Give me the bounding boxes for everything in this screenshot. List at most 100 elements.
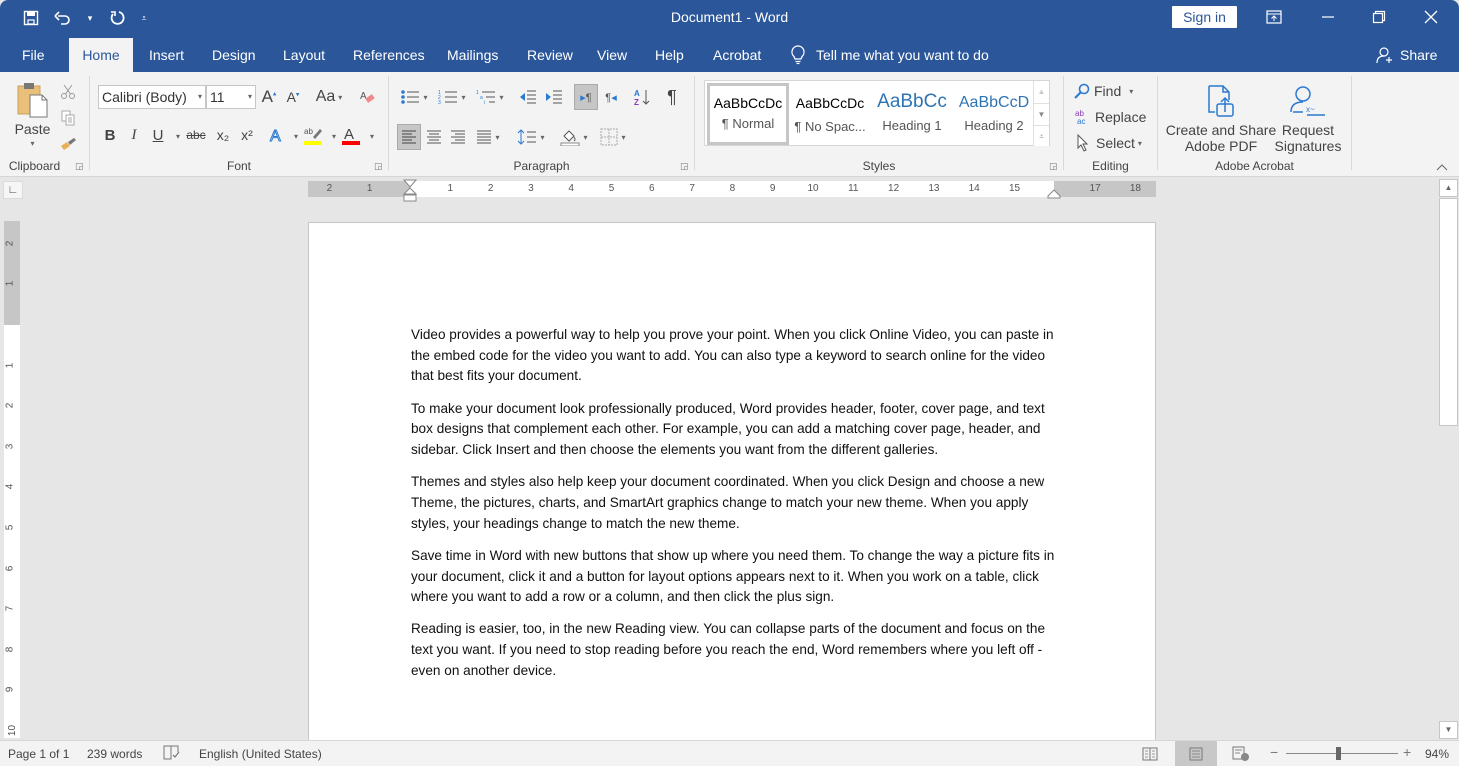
tab-insert[interactable]: Insert — [137, 38, 196, 72]
zoom-in-button[interactable]: + — [1403, 744, 1411, 760]
rtl-button[interactable]: ¶◂ — [600, 86, 622, 108]
font-name-dropdown-icon[interactable]: ▾ — [198, 86, 202, 108]
italic-button[interactable]: I — [124, 124, 144, 146]
ribbon-display-options-button[interactable] — [1251, 0, 1297, 34]
copy-button[interactable] — [58, 108, 78, 128]
increase-indent-button[interactable] — [543, 86, 565, 108]
style-normal[interactable]: AaBbCcDc ¶ Normal — [707, 83, 789, 145]
language[interactable]: English (United States) — [199, 747, 322, 761]
print-layout-button[interactable] — [1175, 741, 1217, 766]
multilevel-list-button[interactable]: 1 a i ▾ — [473, 86, 507, 108]
tab-file[interactable]: File — [10, 38, 57, 72]
styles-scroll-down-button[interactable]: ▼ — [1033, 103, 1049, 125]
paragraph[interactable]: Video provides a powerful way to help yo… — [411, 325, 1061, 387]
tab-design[interactable]: Design — [200, 38, 268, 72]
bullets-button[interactable]: ▾ — [397, 86, 431, 108]
bold-button[interactable]: B — [100, 124, 120, 146]
tab-layout[interactable]: Layout — [271, 38, 337, 72]
paste-button[interactable]: Paste ▾ — [10, 78, 55, 150]
scroll-thumb[interactable] — [1439, 198, 1458, 426]
restore-button[interactable] — [1356, 0, 1402, 34]
minimize-button[interactable] — [1305, 0, 1351, 34]
paragraph[interactable]: To make your document look professionall… — [411, 399, 1061, 461]
grow-font-button[interactable]: A▴ — [258, 86, 280, 108]
sort-button[interactable]: AZ — [631, 86, 653, 108]
clipboard-dialog-launcher[interactable]: ◲ — [75, 161, 85, 171]
underline-button[interactable]: U — [148, 124, 168, 146]
ltr-button[interactable]: ▸¶ — [574, 84, 598, 110]
show-hide-marks-button[interactable]: ¶ — [661, 86, 683, 108]
style-heading-1[interactable]: AaBbCc Heading 1 — [871, 83, 953, 145]
format-painter-button[interactable] — [58, 134, 78, 154]
save-icon[interactable] — [20, 7, 42, 29]
clear-formatting-button[interactable]: A — [356, 86, 378, 108]
create-share-pdf-button[interactable]: Create and Share Adobe PDF — [1166, 80, 1276, 158]
align-left-button[interactable] — [397, 124, 421, 150]
align-right-button[interactable] — [447, 126, 469, 148]
vertical-scrollbar[interactable]: ▲ ▼ — [1439, 179, 1458, 739]
font-dialog-launcher[interactable]: ◲ — [374, 161, 384, 171]
paragraph[interactable]: Save time in Word with new buttons that … — [411, 546, 1061, 608]
tab-view[interactable]: View — [585, 38, 639, 72]
numbering-button[interactable]: 1 2 3 ▾ — [435, 86, 469, 108]
undo-dropdown-icon[interactable]: ▾ — [84, 7, 96, 29]
cut-button[interactable] — [58, 82, 78, 102]
tab-help[interactable]: Help — [643, 38, 696, 72]
subscript-button[interactable]: x₂ — [212, 124, 234, 146]
request-signatures-button[interactable]: x~ Request Signatures — [1274, 80, 1342, 158]
document-body[interactable]: Video provides a powerful way to help yo… — [411, 325, 1061, 693]
tab-selector-button[interactable]: ∟ — [3, 181, 23, 199]
text-effects-button[interactable]: A — [266, 124, 288, 146]
scroll-up-button[interactable]: ▲ — [1439, 179, 1458, 197]
highlight-dropdown-icon[interactable]: ▾ — [329, 126, 339, 146]
web-layout-button[interactable] — [1220, 741, 1262, 766]
tab-references[interactable]: References — [341, 38, 437, 72]
horizontal-ruler[interactable]: 2 1 1 2 3 4 5 6 7 8 9 10 11 12 13 14 15 17 18 — [308, 179, 1156, 202]
align-center-button[interactable] — [423, 126, 445, 148]
superscript-button[interactable]: x² — [236, 124, 258, 146]
customize-qat-icon[interactable]: ⩡ — [138, 7, 150, 29]
tab-home[interactable]: Home — [69, 38, 133, 72]
tab-review[interactable]: Review — [515, 38, 585, 72]
right-indent-marker-icon[interactable] — [1047, 189, 1061, 199]
collapse-ribbon-icon[interactable] — [1436, 162, 1448, 174]
highlight-button[interactable]: ab — [302, 124, 326, 146]
replace-button[interactable]: ab ac Replace — [1074, 106, 1146, 128]
borders-button[interactable]: ▾ — [595, 126, 631, 148]
tell-me-search[interactable]: Tell me what you want to do — [790, 38, 989, 72]
justify-button[interactable]: ▾ — [471, 126, 505, 148]
paragraph[interactable]: Themes and styles also help keep your do… — [411, 472, 1061, 534]
scroll-down-button[interactable]: ▼ — [1439, 721, 1458, 739]
word-count[interactable]: 239 words — [87, 747, 142, 761]
proofing-icon[interactable] — [163, 745, 181, 763]
undo-icon[interactable] — [52, 7, 74, 29]
close-button[interactable] — [1408, 0, 1454, 34]
styles-more-button[interactable]: ⩡ — [1033, 125, 1049, 146]
document-page[interactable]: Video provides a powerful way to help yo… — [308, 222, 1156, 752]
strikethrough-button[interactable]: abc — [184, 124, 208, 146]
select-button[interactable]: Select ▾ — [1076, 132, 1142, 154]
line-spacing-button[interactable]: ▾ — [513, 126, 549, 148]
vertical-ruler[interactable]: 2 1 1 2 3 4 5 6 7 8 9 10 — [4, 221, 20, 738]
share-button[interactable]: Share — [1376, 38, 1437, 72]
page-count[interactable]: Page 1 of 1 — [8, 747, 69, 761]
sign-in-button[interactable]: Sign in — [1172, 6, 1237, 28]
shrink-font-button[interactable]: A▾ — [282, 86, 304, 108]
zoom-level[interactable]: 94% — [1425, 747, 1449, 761]
decrease-indent-button[interactable] — [517, 86, 539, 108]
shading-button[interactable]: ▾ — [557, 126, 591, 148]
styles-scroll-up-button[interactable]: ▲ — [1033, 81, 1049, 103]
find-button[interactable]: Find ▾ — [1074, 80, 1133, 102]
zoom-slider-track[interactable] — [1286, 753, 1398, 754]
tab-mailings[interactable]: Mailings — [435, 38, 510, 72]
styles-dialog-launcher[interactable]: ◲ — [1049, 161, 1059, 171]
redo-icon[interactable] — [106, 7, 128, 29]
style-no-spacing[interactable]: AaBbCcDc ¶ No Spac... — [789, 83, 871, 145]
font-size-combo[interactable]: 11 ▾ — [206, 85, 256, 109]
paragraph[interactable]: Reading is easier, too, in the new Readi… — [411, 619, 1061, 681]
font-name-combo[interactable]: Calibri (Body) ▾ — [98, 85, 206, 109]
read-mode-button[interactable] — [1129, 741, 1171, 766]
zoom-slider-thumb[interactable] — [1336, 747, 1342, 760]
zoom-out-button[interactable]: − — [1270, 744, 1278, 760]
font-color-dropdown-icon[interactable]: ▾ — [367, 126, 377, 146]
